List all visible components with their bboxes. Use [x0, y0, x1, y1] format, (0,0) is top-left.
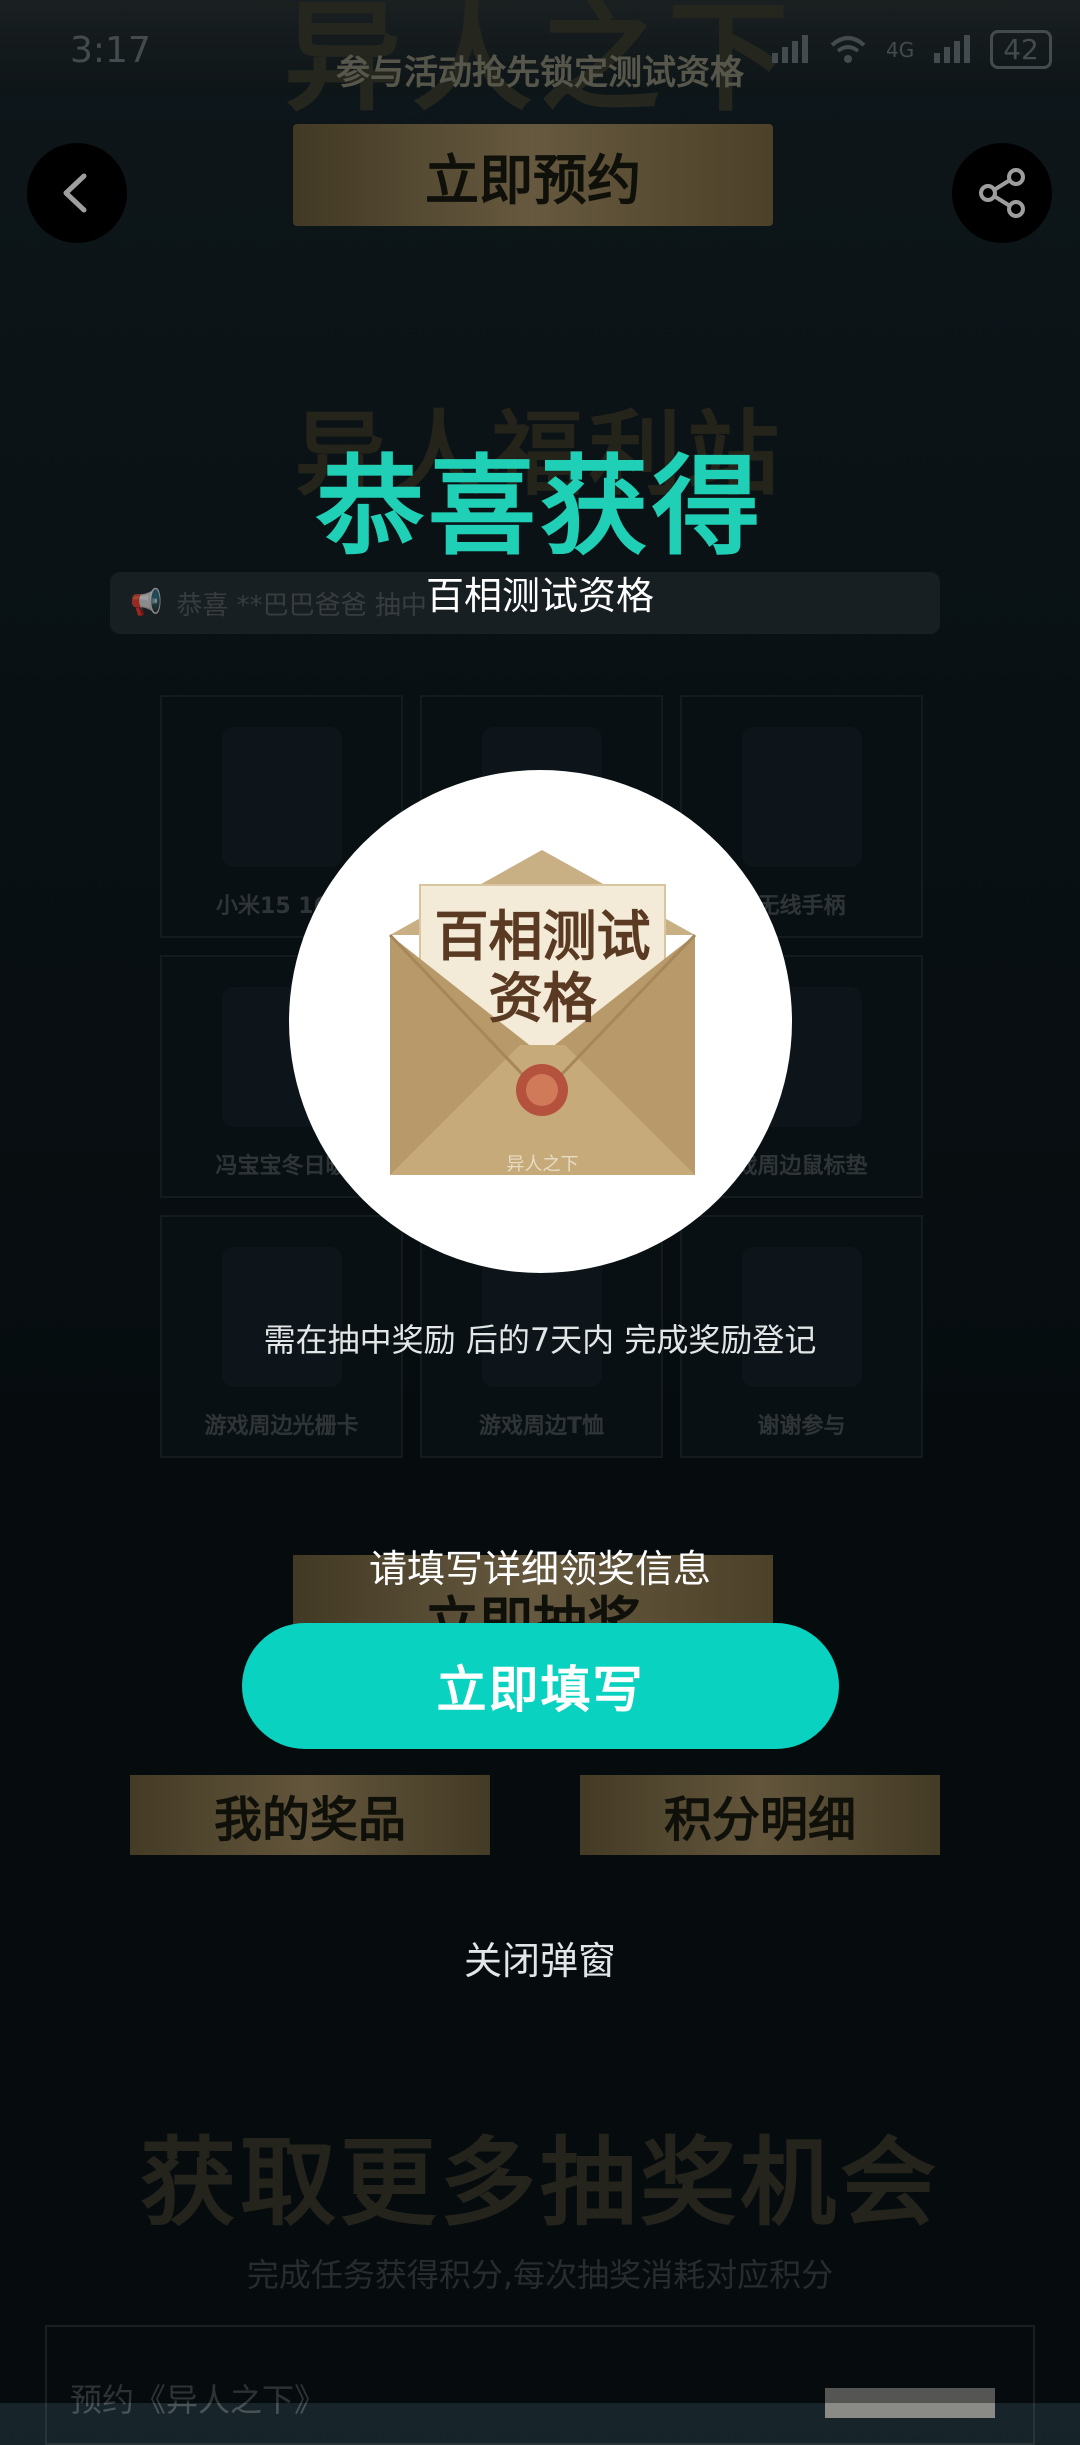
prize-image-line1: 百相测试	[434, 904, 651, 968]
prize-image-caption: 百相测试 资格	[380, 905, 705, 1029]
fill-now-button[interactable]: 立即填写	[242, 1623, 839, 1749]
popup-title: 恭喜获得	[315, 445, 764, 570]
claim-deadline-note: 需在抽中奖励 后的7天内 完成奖励登记	[263, 1321, 817, 1359]
fill-hint: 请填写详细领奖信息	[368, 1547, 711, 1591]
prize-name: 百相测试资格	[425, 574, 654, 618]
close-popup-link[interactable]: 关闭弹窗	[340, 1930, 740, 1985]
prize-image-footer: 异人之下	[506, 1154, 579, 1175]
prize-image-line2: 资格	[488, 966, 597, 1030]
